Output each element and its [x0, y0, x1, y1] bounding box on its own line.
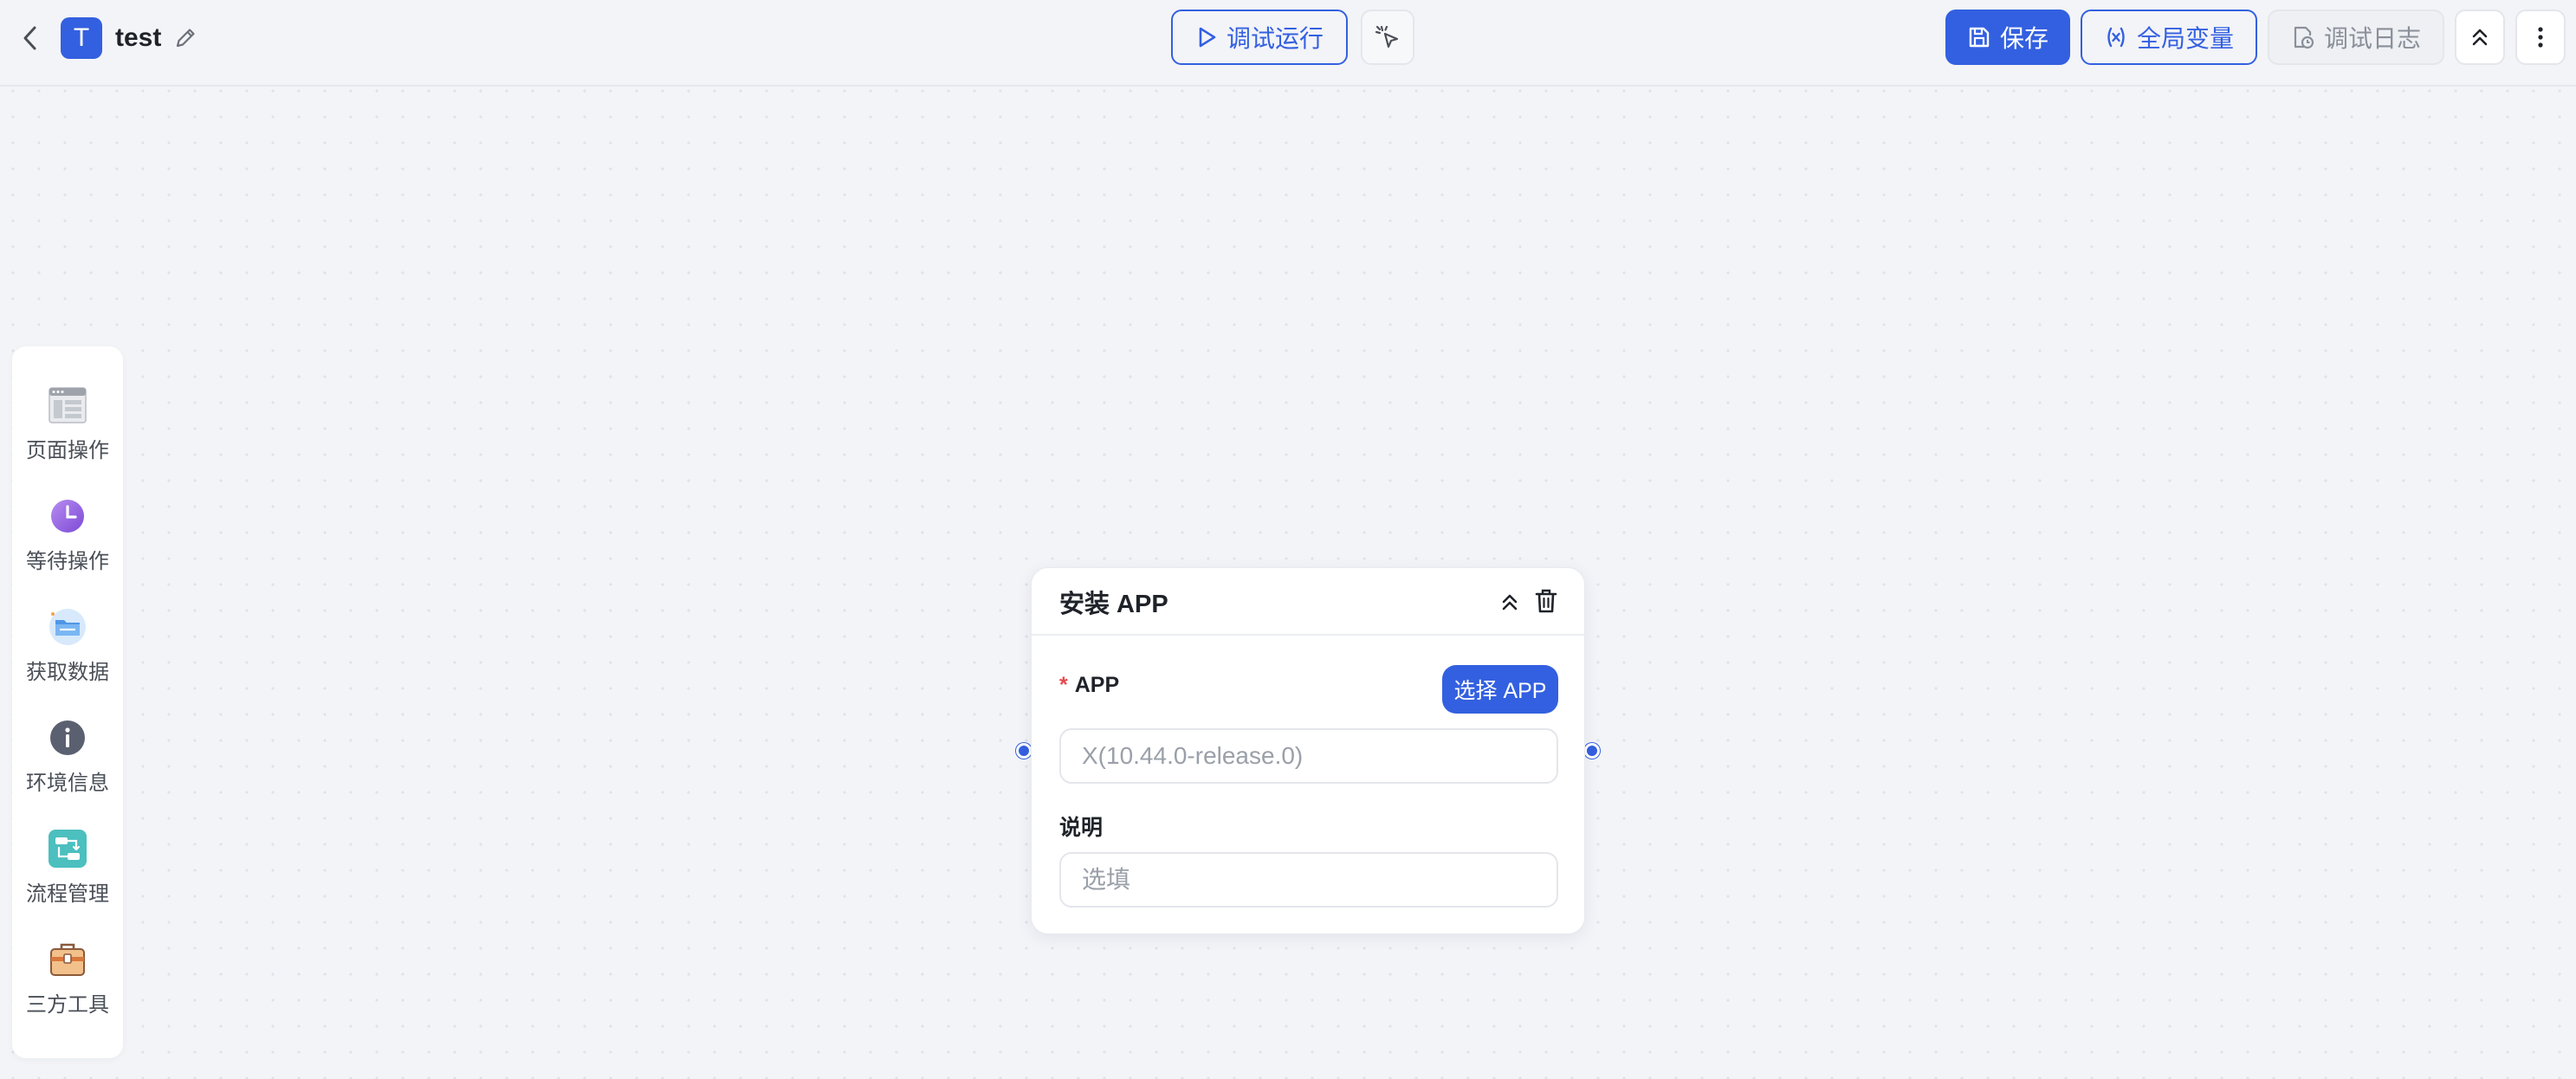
node-input-port[interactable]: [1016, 743, 1032, 759]
vertical-dots-icon: [2538, 27, 2543, 48]
debug-run-label: 调试运行: [1226, 25, 1324, 52]
clock-icon: [47, 495, 88, 537]
description-input[interactable]: [1059, 852, 1558, 908]
pencil-icon: [176, 29, 195, 48]
sidebar-item-label: 页面操作: [26, 439, 109, 462]
sidebar-item-label: 环境信息: [26, 772, 109, 795]
pointer-mode-button[interactable]: [1361, 10, 1414, 65]
top-toolbar: T test 调试运行 保存 全局变量 调试日志: [0, 0, 2576, 87]
node-output-port[interactable]: [1584, 743, 1600, 759]
sidebar-item-label: 获取数据: [26, 661, 109, 684]
avatar: T: [61, 17, 102, 59]
description-field-label: 说明: [1059, 816, 1104, 840]
node-palette-sidebar: 页面操作 等待操作 获取数据 环境信息 流程管理 三方工具: [12, 346, 123, 1058]
sidebar-item-third-party-tools[interactable]: 三方工具: [12, 939, 123, 1036]
chevron-left-icon: [23, 26, 36, 50]
sidebar-item-environment-info[interactable]: 环境信息: [12, 717, 123, 814]
app-field-label: * APP: [1059, 673, 1119, 698]
toolbox-icon: [47, 939, 88, 980]
variable-icon: [2107, 27, 2125, 48]
debug-log-button[interactable]: 调试日志: [2268, 10, 2444, 65]
edit-title-button[interactable]: [170, 23, 201, 54]
sidebar-item-label: 流程管理: [26, 882, 109, 906]
flow-icon: [47, 828, 88, 869]
sidebar-item-flow-management[interactable]: 流程管理: [12, 828, 123, 925]
collapse-all-button[interactable]: [2455, 10, 2505, 65]
install-app-node[interactable]: 安装 APP *APP 选择 APP 说明: [1031, 567, 1585, 934]
required-mark: *: [1059, 673, 1068, 697]
pointer-click-icon: [1375, 25, 1399, 48]
app-input[interactable]: [1059, 728, 1558, 784]
double-chevron-up-icon: [1502, 594, 1518, 611]
global-variables-label: 全局变量: [2136, 25, 2234, 52]
select-app-button[interactable]: 选择 APP: [1442, 665, 1558, 714]
sidebar-item-page-actions[interactable]: 页面操作: [12, 384, 123, 481]
browser-page-icon: [47, 384, 88, 426]
node-title: 安装 APP: [1059, 591, 1168, 618]
debug-run-button[interactable]: 调试运行: [1171, 10, 1348, 65]
sidebar-item-get-data[interactable]: 获取数据: [12, 606, 123, 703]
global-variables-button[interactable]: 全局变量: [2081, 10, 2257, 65]
app-field-label-text: APP: [1074, 673, 1120, 697]
debug-log-label: 调试日志: [2323, 25, 2421, 52]
log-file-icon: [2294, 26, 2314, 49]
sidebar-item-wait-actions[interactable]: 等待操作: [12, 495, 123, 592]
double-chevron-up-icon: [2472, 29, 2488, 46]
back-button[interactable]: [16, 21, 45, 55]
node-collapse-button[interactable]: [1492, 585, 1527, 620]
node-header: 安装 APP: [1032, 568, 1584, 636]
save-label: 保存: [1999, 25, 2049, 52]
folder-data-icon: [47, 606, 88, 648]
page-title: test: [115, 23, 162, 52]
save-button[interactable]: 保存: [1945, 10, 2070, 65]
node-delete-button[interactable]: [1529, 584, 1563, 618]
info-icon: [47, 717, 88, 759]
save-icon: [1969, 27, 1990, 48]
sidebar-item-label: 等待操作: [26, 550, 109, 573]
more-menu-button[interactable]: [2515, 10, 2566, 65]
play-icon: [1199, 27, 1216, 48]
sidebar-item-label: 三方工具: [26, 993, 109, 1017]
trash-icon: [1535, 589, 1557, 613]
